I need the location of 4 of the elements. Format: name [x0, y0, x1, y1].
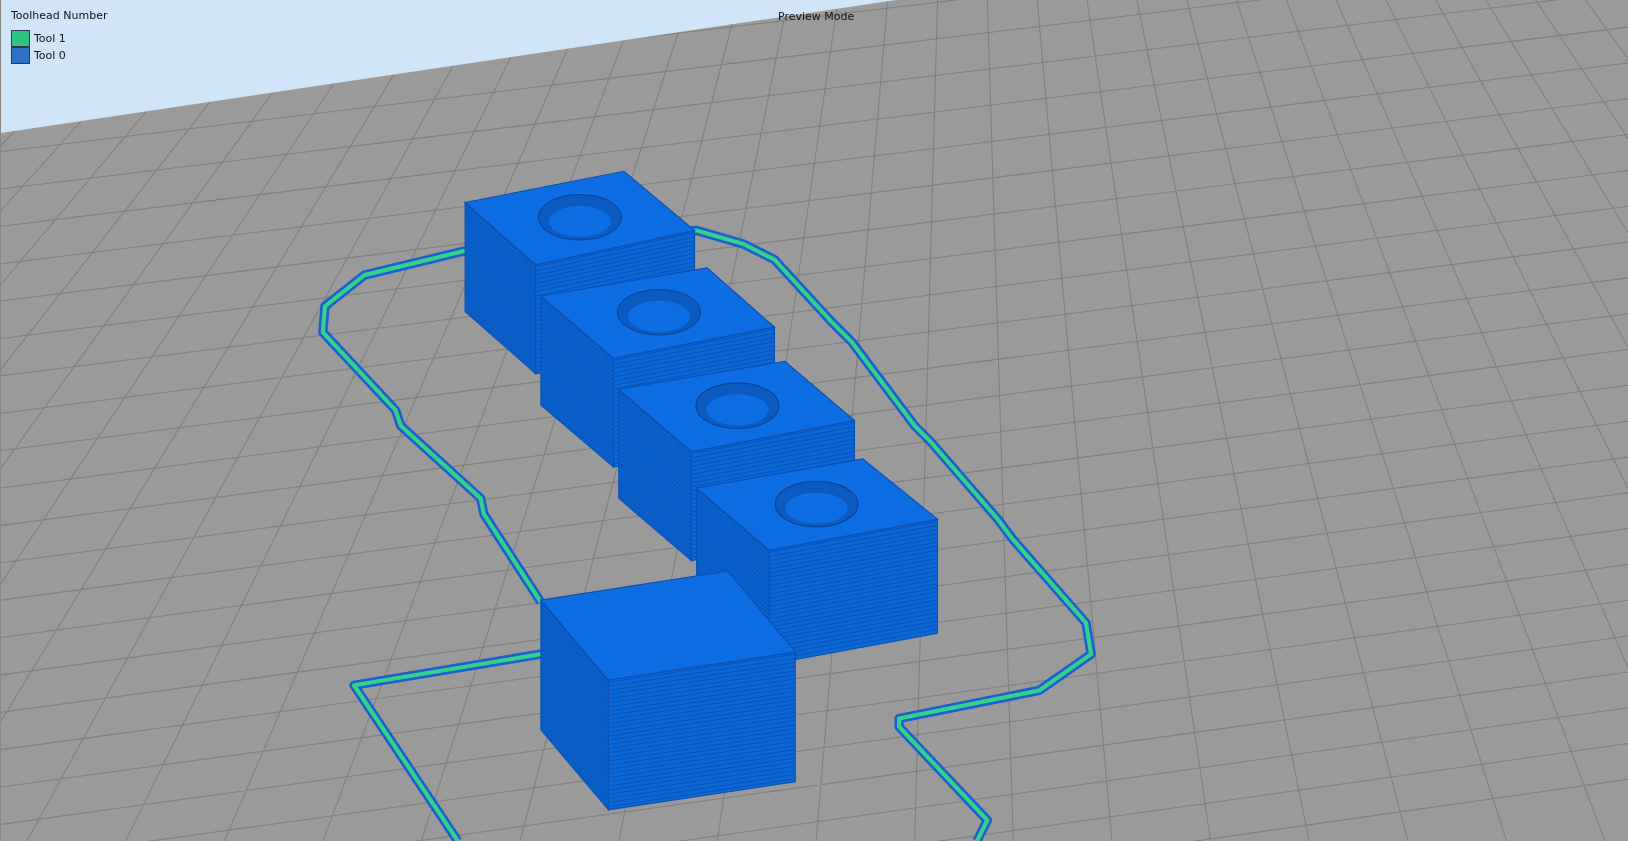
legend-label: Tool 0: [34, 49, 66, 62]
legend-label: Tool 1: [34, 32, 66, 45]
legend-title: Toolhead Number: [11, 9, 108, 22]
mode-label: Preview Mode: [778, 10, 855, 23]
